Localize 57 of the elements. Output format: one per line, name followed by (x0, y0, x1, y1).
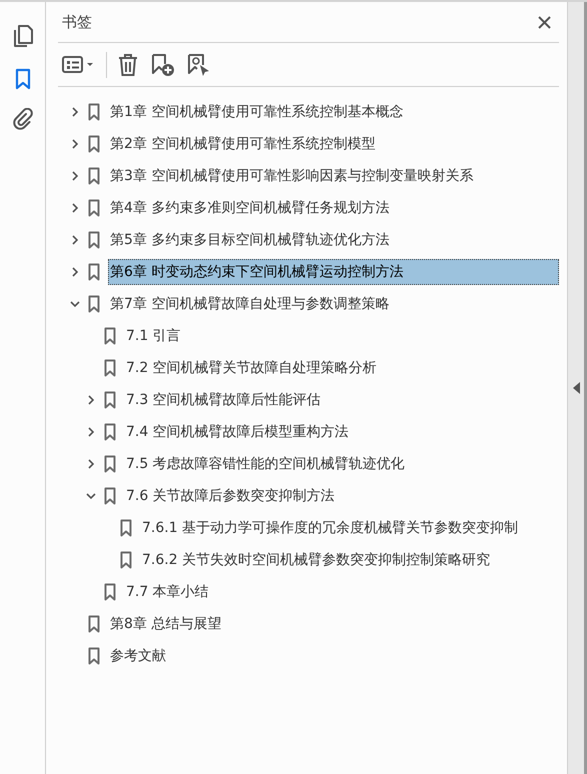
bookmark-item[interactable]: 7.7 本章小结 (124, 579, 211, 605)
bookmark-icon (88, 647, 100, 665)
bookmark-item[interactable]: 第1章 空间机械臂使用可靠性系统控制基本概念 (108, 99, 406, 125)
pages-icon[interactable] (12, 24, 34, 48)
collapse-arrow-icon[interactable] (572, 382, 580, 394)
bookmark-item[interactable]: 7.6 关节故障后参数突变抑制方法 (124, 483, 337, 509)
bookmark-item[interactable]: 7.1 引言 (124, 323, 183, 349)
bookmark-item[interactable]: 7.3 空间机械臂故障后性能评估 (124, 387, 323, 413)
chevron-icon[interactable] (70, 139, 80, 149)
bookmark-item[interactable]: 7.2 空间机械臂关节故障自处理策略分析 (124, 355, 379, 381)
bookmark-icon (120, 551, 132, 569)
chevron-icon[interactable] (70, 299, 80, 309)
bookmark-item[interactable]: 7.4 空间机械臂故障后模型重构方法 (124, 419, 351, 445)
chevron-icon[interactable] (70, 107, 80, 117)
options-icon[interactable] (62, 54, 96, 74)
bookmark-item[interactable]: 第2章 空间机械臂使用可靠性系统控制模型 (108, 131, 378, 157)
bookmark-icon (88, 231, 100, 249)
bookmark-icon (88, 615, 100, 633)
bookmark-item[interactable]: 7.6.1 基于动力学可操作度的冗余度机械臂关节参数突变抑制 (140, 515, 520, 541)
bookmark-item[interactable]: 第3章 空间机械臂使用可靠性影响因素与控制变量映射关系 (108, 163, 476, 189)
chevron-icon[interactable] (86, 427, 96, 437)
bookmark-icon (104, 455, 116, 473)
bookmark-item[interactable]: 7.6.2 关节失效时空间机械臂参数突变抑制控制策略研究 (140, 547, 492, 573)
bookmark-icon (104, 583, 116, 601)
paperclip-icon[interactable] (12, 108, 32, 130)
bookmark-icon (88, 263, 100, 281)
bookmark-icon (104, 359, 116, 377)
bookmark-icon (88, 295, 100, 313)
bookmark-icon (104, 487, 116, 505)
bookmark-icon (88, 199, 100, 217)
add-bookmark-icon[interactable] (151, 52, 175, 76)
chevron-icon[interactable] (86, 459, 96, 469)
bookmark-icon (88, 135, 100, 153)
trash-icon[interactable] (117, 52, 139, 76)
bookmark-item[interactable]: 第7章 空间机械臂故障自处理与参数调整策略 (108, 291, 392, 317)
chevron-icon[interactable] (86, 395, 96, 405)
bookmark-icon (104, 327, 116, 345)
close-icon[interactable] (538, 16, 551, 28)
bookmark-icon[interactable] (14, 68, 30, 90)
bookmark-icon (120, 519, 132, 537)
bookmark-item[interactable]: 参考文献 (108, 643, 168, 669)
chevron-icon[interactable] (70, 235, 80, 245)
bookmark-item[interactable]: 第4章 多约束多准则空间机械臂任务规划方法 (108, 195, 392, 221)
chevron-icon[interactable] (70, 267, 80, 277)
bookmark-cursor-icon[interactable] (187, 52, 211, 76)
chevron-icon[interactable] (70, 203, 80, 213)
bookmark-item[interactable]: 第6章 时变动态约束下空间机械臂运动控制方法 (108, 259, 559, 285)
bookmark-icon (104, 423, 116, 441)
bookmark-item[interactable]: 7.5 考虑故障容错性能的空间机械臂轨迹优化 (124, 451, 407, 477)
panel-title: 书签 (62, 12, 92, 32)
bookmark-icon (88, 103, 100, 121)
bookmark-icon (104, 391, 116, 409)
bookmark-icon (88, 167, 100, 185)
chevron-icon[interactable] (86, 491, 96, 501)
bookmark-item[interactable]: 第8章 总结与展望 (108, 611, 224, 637)
bookmark-item[interactable]: 第5章 多约束多目标空间机械臂轨迹优化方法 (108, 227, 392, 253)
chevron-icon[interactable] (70, 171, 80, 181)
